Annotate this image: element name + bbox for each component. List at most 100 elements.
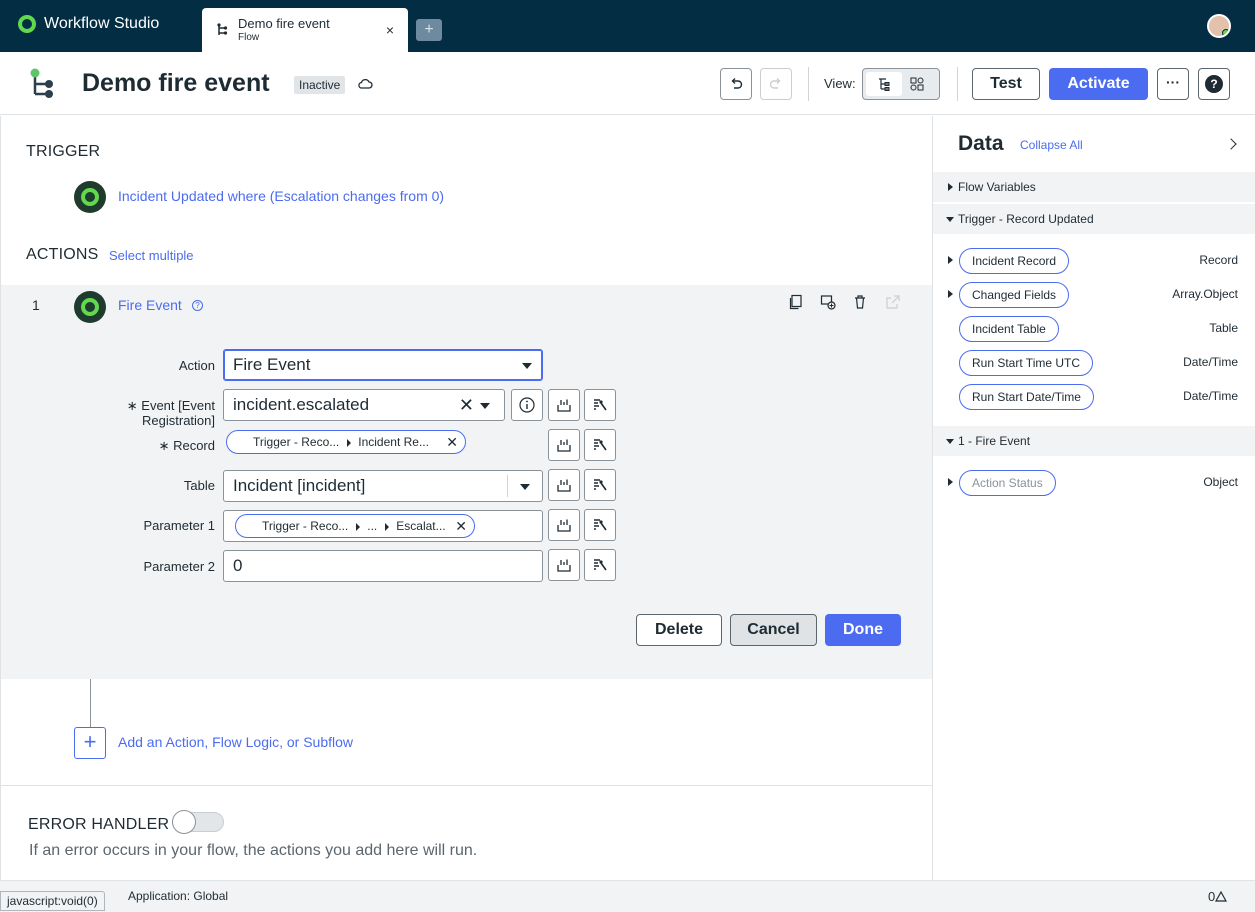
expand-caret-icon[interactable]: [948, 256, 953, 264]
data-pill-changed-fields[interactable]: Changed Fields: [959, 282, 1070, 308]
app-brand[interactable]: Workflow Studio: [18, 15, 159, 33]
remove-pill-icon[interactable]: ✕: [446, 431, 458, 453]
event-input[interactable]: incident.escalated ✕: [223, 389, 505, 421]
tab-close-icon[interactable]: ×: [386, 22, 394, 38]
data-pill-action-status[interactable]: Action Status: [959, 470, 1056, 496]
event-info-button[interactable]: [511, 389, 543, 421]
notification-count[interactable]: 0: [1208, 889, 1228, 904]
action-card-fire-event: 1 Fire Event ? Action Fire Event ∗ Event…: [1, 285, 933, 679]
remove-pill-icon[interactable]: ✕: [455, 515, 467, 537]
redo-button[interactable]: [760, 68, 792, 100]
test-button[interactable]: Test: [972, 68, 1040, 100]
action-field-label: Action: [178, 358, 215, 373]
caret-right-icon: [948, 183, 953, 191]
data-pill-incident-table[interactable]: Incident Table: [959, 316, 1059, 342]
user-avatar[interactable]: [1207, 14, 1231, 38]
open-external-icon[interactable]: [885, 294, 901, 310]
tree-view-button[interactable]: [866, 72, 902, 96]
event-field-label: ∗ Event [Event Registration]: [126, 398, 215, 428]
error-handler-hint: If an error occurs in your flow, the act…: [29, 842, 478, 859]
delete-button[interactable]: Delete: [636, 614, 722, 646]
parameter-1-input[interactable]: Trigger - Reco...... Escalat... ✕: [223, 510, 543, 542]
more-options-button[interactable]: ···: [1157, 68, 1189, 100]
script-icon: [594, 479, 607, 491]
delete-icon[interactable]: [852, 294, 868, 310]
event-data-pill-button[interactable]: [548, 389, 580, 421]
activate-button[interactable]: Activate: [1049, 68, 1148, 100]
collapse-all-link[interactable]: Collapse All: [1020, 138, 1083, 152]
section-flow-variables[interactable]: Flow Variables: [933, 172, 1255, 202]
data-type: Table: [1209, 321, 1238, 335]
data-pill-incident-record[interactable]: Incident Record: [959, 248, 1070, 274]
data-type: Date/Time: [1183, 355, 1238, 369]
error-handler-toggle[interactable]: [172, 810, 224, 834]
flow-icon: [217, 23, 228, 35]
copy-icon[interactable]: [788, 294, 804, 310]
parameter-1-script-button[interactable]: [584, 509, 616, 541]
table-data-pill-button[interactable]: [548, 469, 580, 501]
parameter-2-value: 0: [233, 556, 243, 575]
table-select[interactable]: Incident [incident]: [223, 470, 543, 502]
action-number: 1: [32, 297, 40, 313]
data-pill-run-start-time-utc[interactable]: Run Start Time UTC: [959, 350, 1094, 376]
action-help-icon[interactable]: ?: [192, 300, 203, 311]
diagram-view-icon: [910, 77, 924, 91]
cancel-button[interactable]: Cancel: [730, 614, 817, 646]
parameter-2-script-button[interactable]: [584, 549, 616, 581]
page-title: Demo fire event: [82, 69, 270, 97]
parameter-2-label: Parameter 2: [143, 559, 215, 574]
tab-demo-fire-event[interactable]: Demo fire event Flow ×: [202, 8, 408, 52]
redo-icon: [769, 78, 781, 89]
chevron-down-icon: [522, 363, 532, 369]
data-pill-picker-icon: [557, 399, 571, 412]
data-pill-picker-icon: [557, 479, 571, 492]
data-pill-run-start-date-time[interactable]: Run Start Date/Time: [959, 384, 1094, 410]
script-icon: [594, 399, 607, 411]
cloud-sync-icon[interactable]: [357, 77, 373, 91]
action-icon: [74, 291, 106, 323]
table-script-button[interactable]: [584, 469, 616, 501]
select-multiple-link[interactable]: Select multiple: [109, 248, 194, 263]
tree-view-icon: [879, 78, 890, 91]
record-script-button[interactable]: [584, 429, 616, 461]
tab-title: Demo fire event: [238, 16, 330, 31]
record-data-pill[interactable]: Trigger - Reco... Incident Re... ✕: [226, 430, 466, 454]
new-tab-button[interactable]: +: [416, 19, 442, 41]
view-label: View:: [824, 76, 856, 91]
add-action-button[interactable]: +: [74, 727, 106, 759]
parameter-1-data-pill-button[interactable]: [548, 509, 580, 541]
data-pill-picker-icon: [557, 559, 571, 572]
chevron-right-icon[interactable]: [1225, 138, 1237, 150]
add-comment-icon[interactable]: [820, 294, 836, 310]
undo-button[interactable]: [720, 68, 752, 100]
workflow-studio-logo-icon: [18, 15, 36, 33]
expand-caret-icon[interactable]: [948, 478, 953, 486]
diagram-view-button[interactable]: [910, 77, 924, 94]
section-trigger-record-updated[interactable]: Trigger - Record Updated: [933, 204, 1255, 234]
script-icon: [594, 559, 607, 571]
parameter-2-data-pill-button[interactable]: [548, 549, 580, 581]
action-name-link[interactable]: Fire Event: [118, 297, 182, 313]
table-select-value: Incident [incident]: [233, 476, 366, 495]
add-action-link[interactable]: Add an Action, Flow Logic, or Subflow: [118, 734, 353, 750]
data-panel-title: Data: [958, 132, 1004, 155]
data-pill-picker-icon: [557, 519, 571, 532]
action-select[interactable]: Fire Event: [223, 349, 543, 381]
event-script-button[interactable]: [584, 389, 616, 421]
done-button[interactable]: Done: [825, 614, 901, 646]
pill-separator-icon: [356, 522, 361, 531]
actions-section-label: ACTIONS: [26, 246, 99, 263]
trigger-summary-link[interactable]: Incident Updated where (Escalation chang…: [118, 188, 444, 204]
parameter-2-input[interactable]: 0: [223, 550, 543, 582]
online-status-icon: [1222, 29, 1229, 36]
help-button[interactable]: ?: [1198, 68, 1230, 100]
divider: [808, 67, 809, 101]
data-type: Array.Object: [1172, 287, 1238, 301]
expand-caret-icon[interactable]: [948, 290, 953, 298]
flow-connector: [90, 679, 91, 727]
application-scope[interactable]: Application: Global: [128, 889, 228, 903]
clear-icon[interactable]: ✕: [459, 390, 474, 420]
parameter-1-data-pill[interactable]: Trigger - Reco...... Escalat... ✕: [235, 514, 475, 538]
record-data-pill-button[interactable]: [548, 429, 580, 461]
section-fire-event[interactable]: 1 - Fire Event: [933, 426, 1255, 456]
